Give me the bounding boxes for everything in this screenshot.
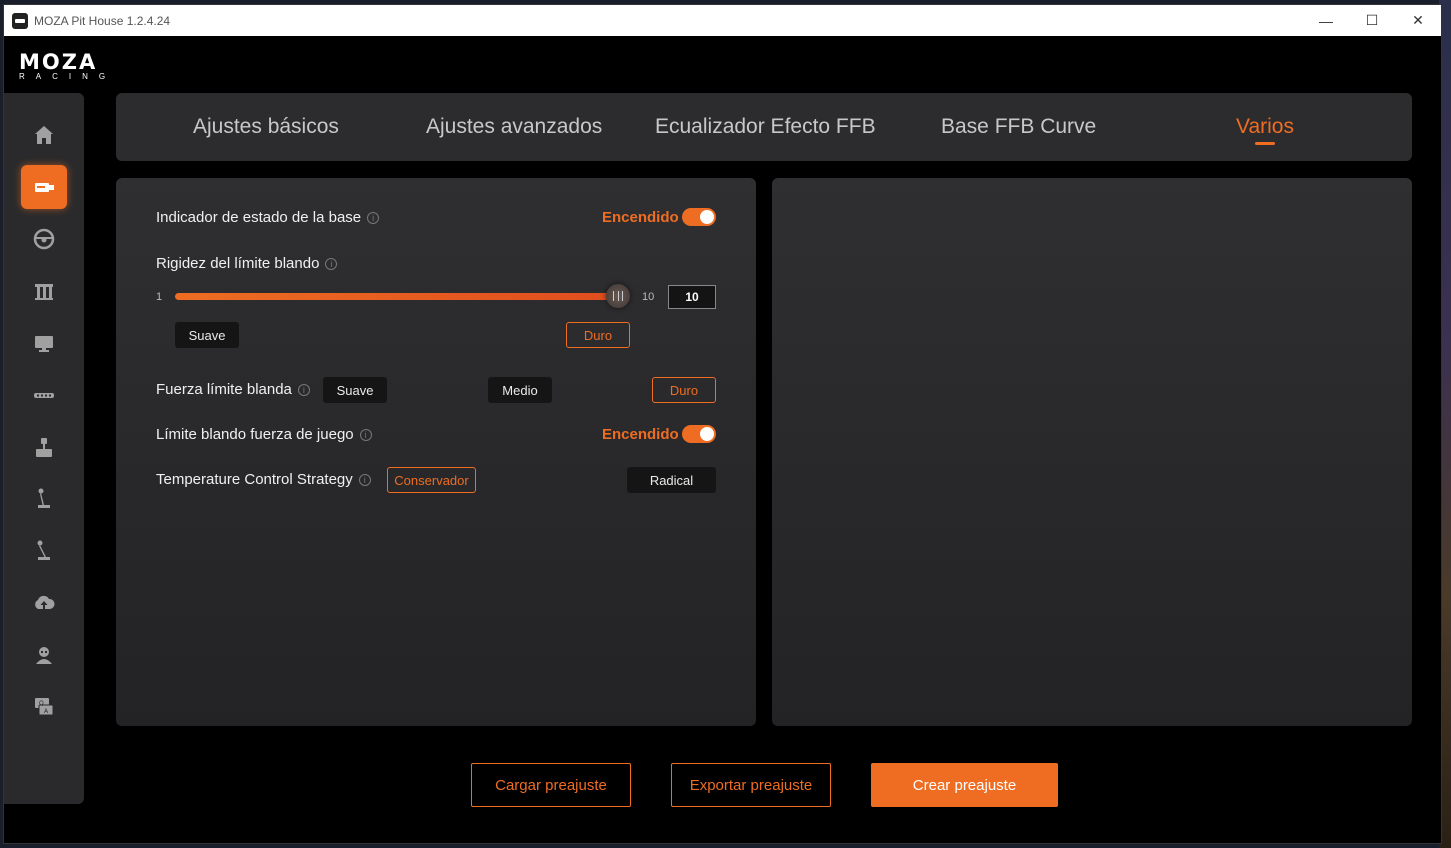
home-icon [35, 126, 53, 144]
logo-sub-text: RACING [19, 72, 117, 81]
tab-misc[interactable]: Varios [1236, 93, 1294, 161]
status-indicator-row: Indicador de estado de la base i [156, 209, 380, 226]
settings-panel: Indicador de estado de la base i Encendi… [116, 178, 756, 726]
soft-limit-stiffness-label: Rigidez del límite blando [156, 255, 320, 272]
toggle-knob [700, 427, 714, 441]
force-option-medium[interactable]: Medio [488, 377, 552, 403]
temperature-control-label: Temperature Control Strategy [156, 471, 353, 488]
tab-basic-settings[interactable]: Ajustes básicos [193, 93, 339, 161]
tab-label: Base FFB Curve [941, 115, 1097, 138]
joystick-icon [36, 438, 52, 457]
pedals-icon [35, 284, 53, 300]
tab-label: Ecualizador Efecto FFB [655, 115, 876, 138]
preview-panel [772, 178, 1412, 726]
sidebar-item-shifter[interactable] [21, 477, 67, 521]
faq-icon: QA [35, 698, 54, 716]
game-force-soft-limit-row: Límite blando fuerza de juego i [156, 426, 372, 443]
game-force-soft-limit-state: Encendido [602, 426, 679, 443]
info-icon[interactable]: i [325, 257, 338, 270]
sidebar-item-steering-wheel[interactable] [21, 217, 67, 261]
stiffness-slider-thumb[interactable] [606, 284, 630, 308]
soft-limit-force-label: Fuerza límite blanda [156, 381, 292, 398]
stiffness-preset-soft[interactable]: Suave [175, 322, 239, 348]
active-tab-indicator [1254, 142, 1275, 145]
sidebar-item-wheelbase[interactable] [21, 165, 67, 209]
svg-text:Q: Q [39, 700, 44, 707]
info-icon[interactable]: i [359, 428, 372, 441]
sidebar-item-sequential-shifter[interactable] [21, 529, 67, 573]
sidebar-item-handbrake[interactable] [21, 373, 67, 417]
status-indicator-label: Indicador de estado de la base [156, 209, 362, 226]
tab-bar: Ajustes básicos Ajustes avanzados Ecuali… [116, 93, 1412, 161]
stiffness-preset-hard[interactable]: Duro [566, 322, 630, 348]
minimize-button[interactable]: — [1303, 5, 1349, 36]
stiffness-value-input[interactable]: 10 [668, 285, 716, 309]
status-indicator-state: Encendido [602, 209, 679, 226]
steering-wheel-icon [33, 228, 55, 250]
dashboard-icon [35, 336, 53, 352]
create-preset-button[interactable]: Crear preajuste [871, 763, 1058, 807]
soft-limit-force-row: Fuerza límite blanda i [156, 381, 310, 398]
force-option-hard[interactable]: Duro [652, 377, 716, 403]
temperature-control-row: Temperature Control Strategy i [156, 471, 371, 488]
handbrake-strip-icon [34, 393, 54, 398]
close-button[interactable]: ✕ [1395, 5, 1441, 36]
info-icon[interactable]: i [358, 473, 371, 486]
wheelbase-icon [35, 183, 54, 192]
sidebar: QA [4, 93, 84, 804]
tab-label: Ajustes básicos [193, 115, 339, 138]
sidebar-item-joystick[interactable] [21, 425, 67, 469]
tab-label: Ajustes avanzados [426, 115, 603, 138]
maximize-button[interactable]: ☐ [1349, 5, 1395, 36]
sidebar-item-pedals[interactable] [21, 269, 67, 313]
tab-base-ffb-curve[interactable]: Base FFB Curve [941, 93, 1096, 161]
load-preset-button[interactable]: Cargar preajuste [471, 763, 631, 807]
sidebar-item-home[interactable] [21, 113, 67, 157]
tab-advanced-settings[interactable]: Ajustes avanzados [426, 93, 602, 161]
moza-logo: MOZA RACING [19, 50, 117, 82]
game-force-soft-limit-label: Límite blando fuerza de juego [156, 426, 354, 443]
title-bar: MOZA Pit House 1.2.4.24 — ☐ ✕ [4, 5, 1441, 36]
status-indicator-toggle[interactable] [682, 208, 716, 226]
slider-max-label: 10 [642, 291, 655, 303]
toggle-knob [700, 210, 714, 224]
sequential-shifter-icon [37, 540, 50, 560]
sidebar-item-cloud[interactable] [21, 581, 67, 625]
user-icon [36, 647, 52, 664]
sidebar-item-faq[interactable]: QA [21, 685, 67, 729]
window-controls: — ☐ ✕ [1303, 5, 1441, 36]
shifter-icon [38, 488, 50, 508]
temperature-option-radical[interactable]: Radical [627, 467, 716, 493]
export-preset-button[interactable]: Exportar preajuste [671, 763, 831, 807]
game-force-soft-limit-toggle[interactable] [682, 425, 716, 443]
soft-limit-stiffness-row: Rigidez del límite blando i [156, 255, 338, 272]
tab-ffb-equalizer[interactable]: Ecualizador Efecto FFB [655, 93, 876, 161]
force-option-soft[interactable]: Suave [323, 377, 387, 403]
app-icon [12, 12, 28, 29]
temperature-option-conservative[interactable]: Conservador [387, 467, 476, 493]
slider-min-label: 1 [156, 291, 163, 303]
logo-main-text: MOZA [19, 50, 98, 74]
window-title: MOZA Pit House 1.2.4.24 [34, 13, 171, 28]
app-window: MOZA Pit House 1.2.4.24 — ☐ ✕ MOZA RACIN… [3, 4, 1442, 844]
cloud-upload-icon [35, 595, 55, 609]
sidebar-item-user[interactable] [21, 633, 67, 677]
sidebar-item-dashboard[interactable] [21, 321, 67, 365]
info-icon[interactable]: i [297, 383, 310, 396]
stiffness-slider-track[interactable] [175, 293, 621, 300]
tab-label: Varios [1236, 115, 1294, 138]
info-icon[interactable]: i [367, 211, 380, 224]
